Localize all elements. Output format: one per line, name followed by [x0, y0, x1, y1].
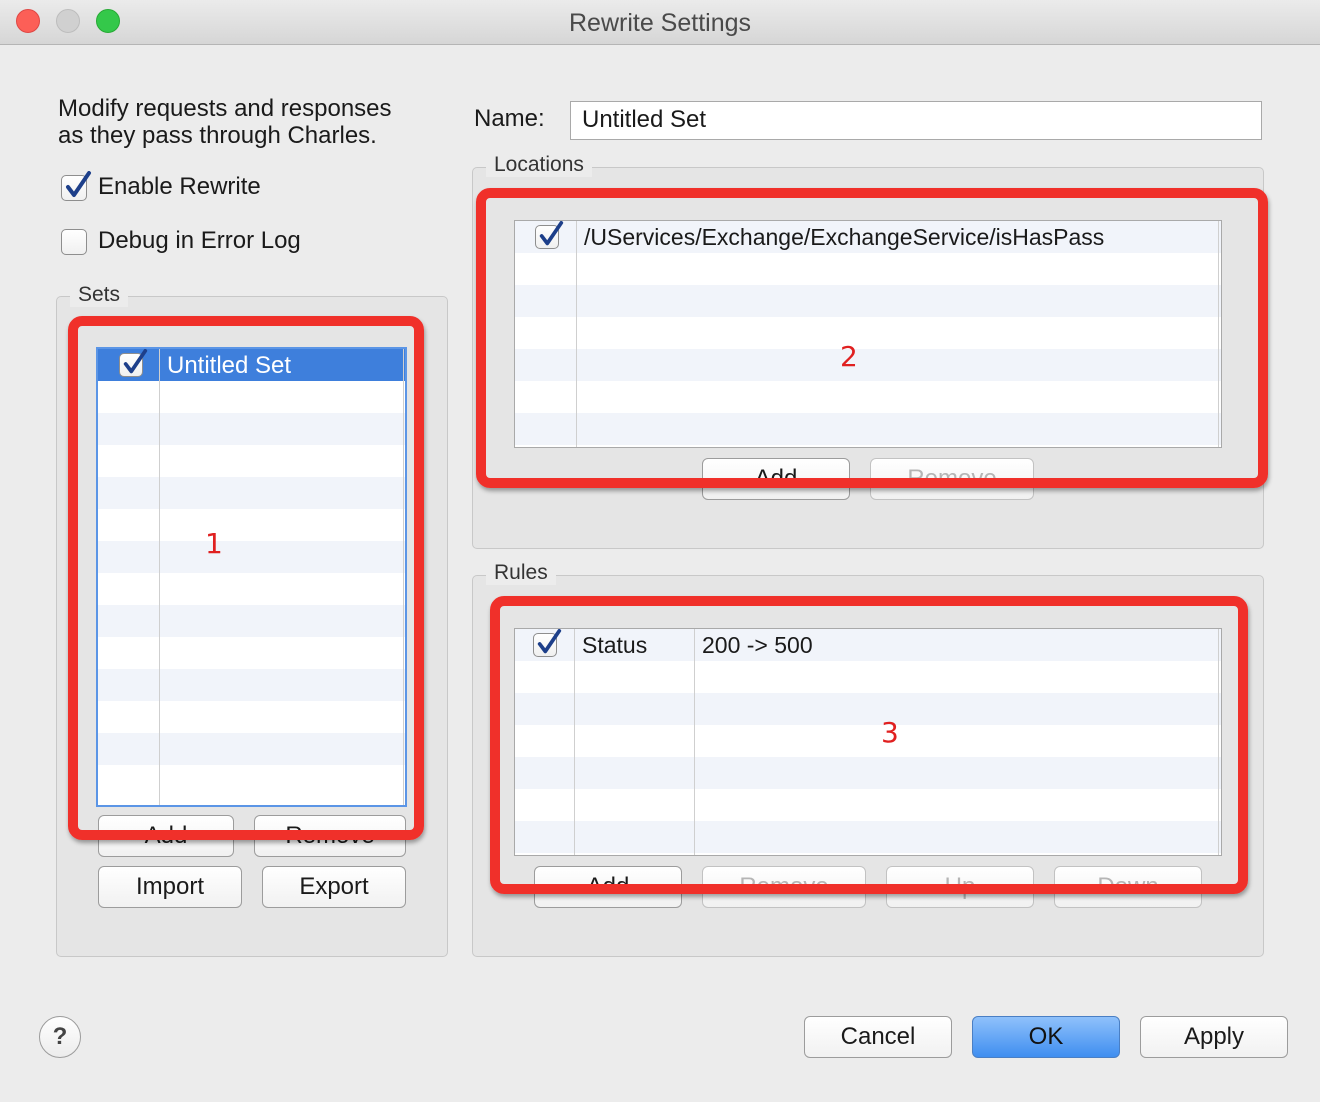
annotation-label-2: 2	[840, 340, 858, 373]
intro-line-1: Modify requests and responses	[58, 95, 392, 122]
help-button[interactable]: ?	[39, 1016, 81, 1058]
ok-button[interactable]: OK	[972, 1016, 1120, 1058]
cancel-button[interactable]: Cancel	[804, 1016, 952, 1058]
sets-import-button[interactable]: Import	[98, 866, 242, 908]
help-icon: ?	[52, 1023, 68, 1050]
locations-legend: Locations	[486, 153, 592, 177]
name-input-value[interactable]: Untitled Set	[582, 106, 706, 134]
annotation-label-1: 1	[205, 527, 223, 560]
intro-line-2: as they pass through Charles.	[58, 122, 377, 149]
enable-rewrite-checkbox[interactable]	[61, 171, 91, 201]
annotation-box-1	[68, 316, 424, 840]
apply-button[interactable]: Apply	[1140, 1016, 1288, 1058]
sets-legend: Sets	[70, 283, 129, 307]
sets-export-button[interactable]: Export	[262, 866, 406, 908]
annotation-box-2	[476, 188, 1268, 488]
enable-rewrite-label: Enable Rewrite	[98, 173, 261, 200]
intro-text: Modify requests and responses as they pa…	[58, 95, 392, 149]
annotation-label-3: 3	[881, 716, 899, 749]
title-bar: Rewrite Settings	[0, 0, 1320, 45]
name-label: Name:	[474, 105, 545, 132]
name-input[interactable]: Untitled Set	[570, 101, 1262, 140]
debug-log-label: Debug in Error Log	[98, 227, 301, 254]
window-title: Rewrite Settings	[568, 9, 752, 37]
debug-log-checkbox[interactable]	[61, 229, 87, 255]
annotation-box-3	[490, 596, 1248, 894]
rules-legend: Rules	[486, 561, 556, 585]
checkmark-icon	[66, 171, 91, 197]
